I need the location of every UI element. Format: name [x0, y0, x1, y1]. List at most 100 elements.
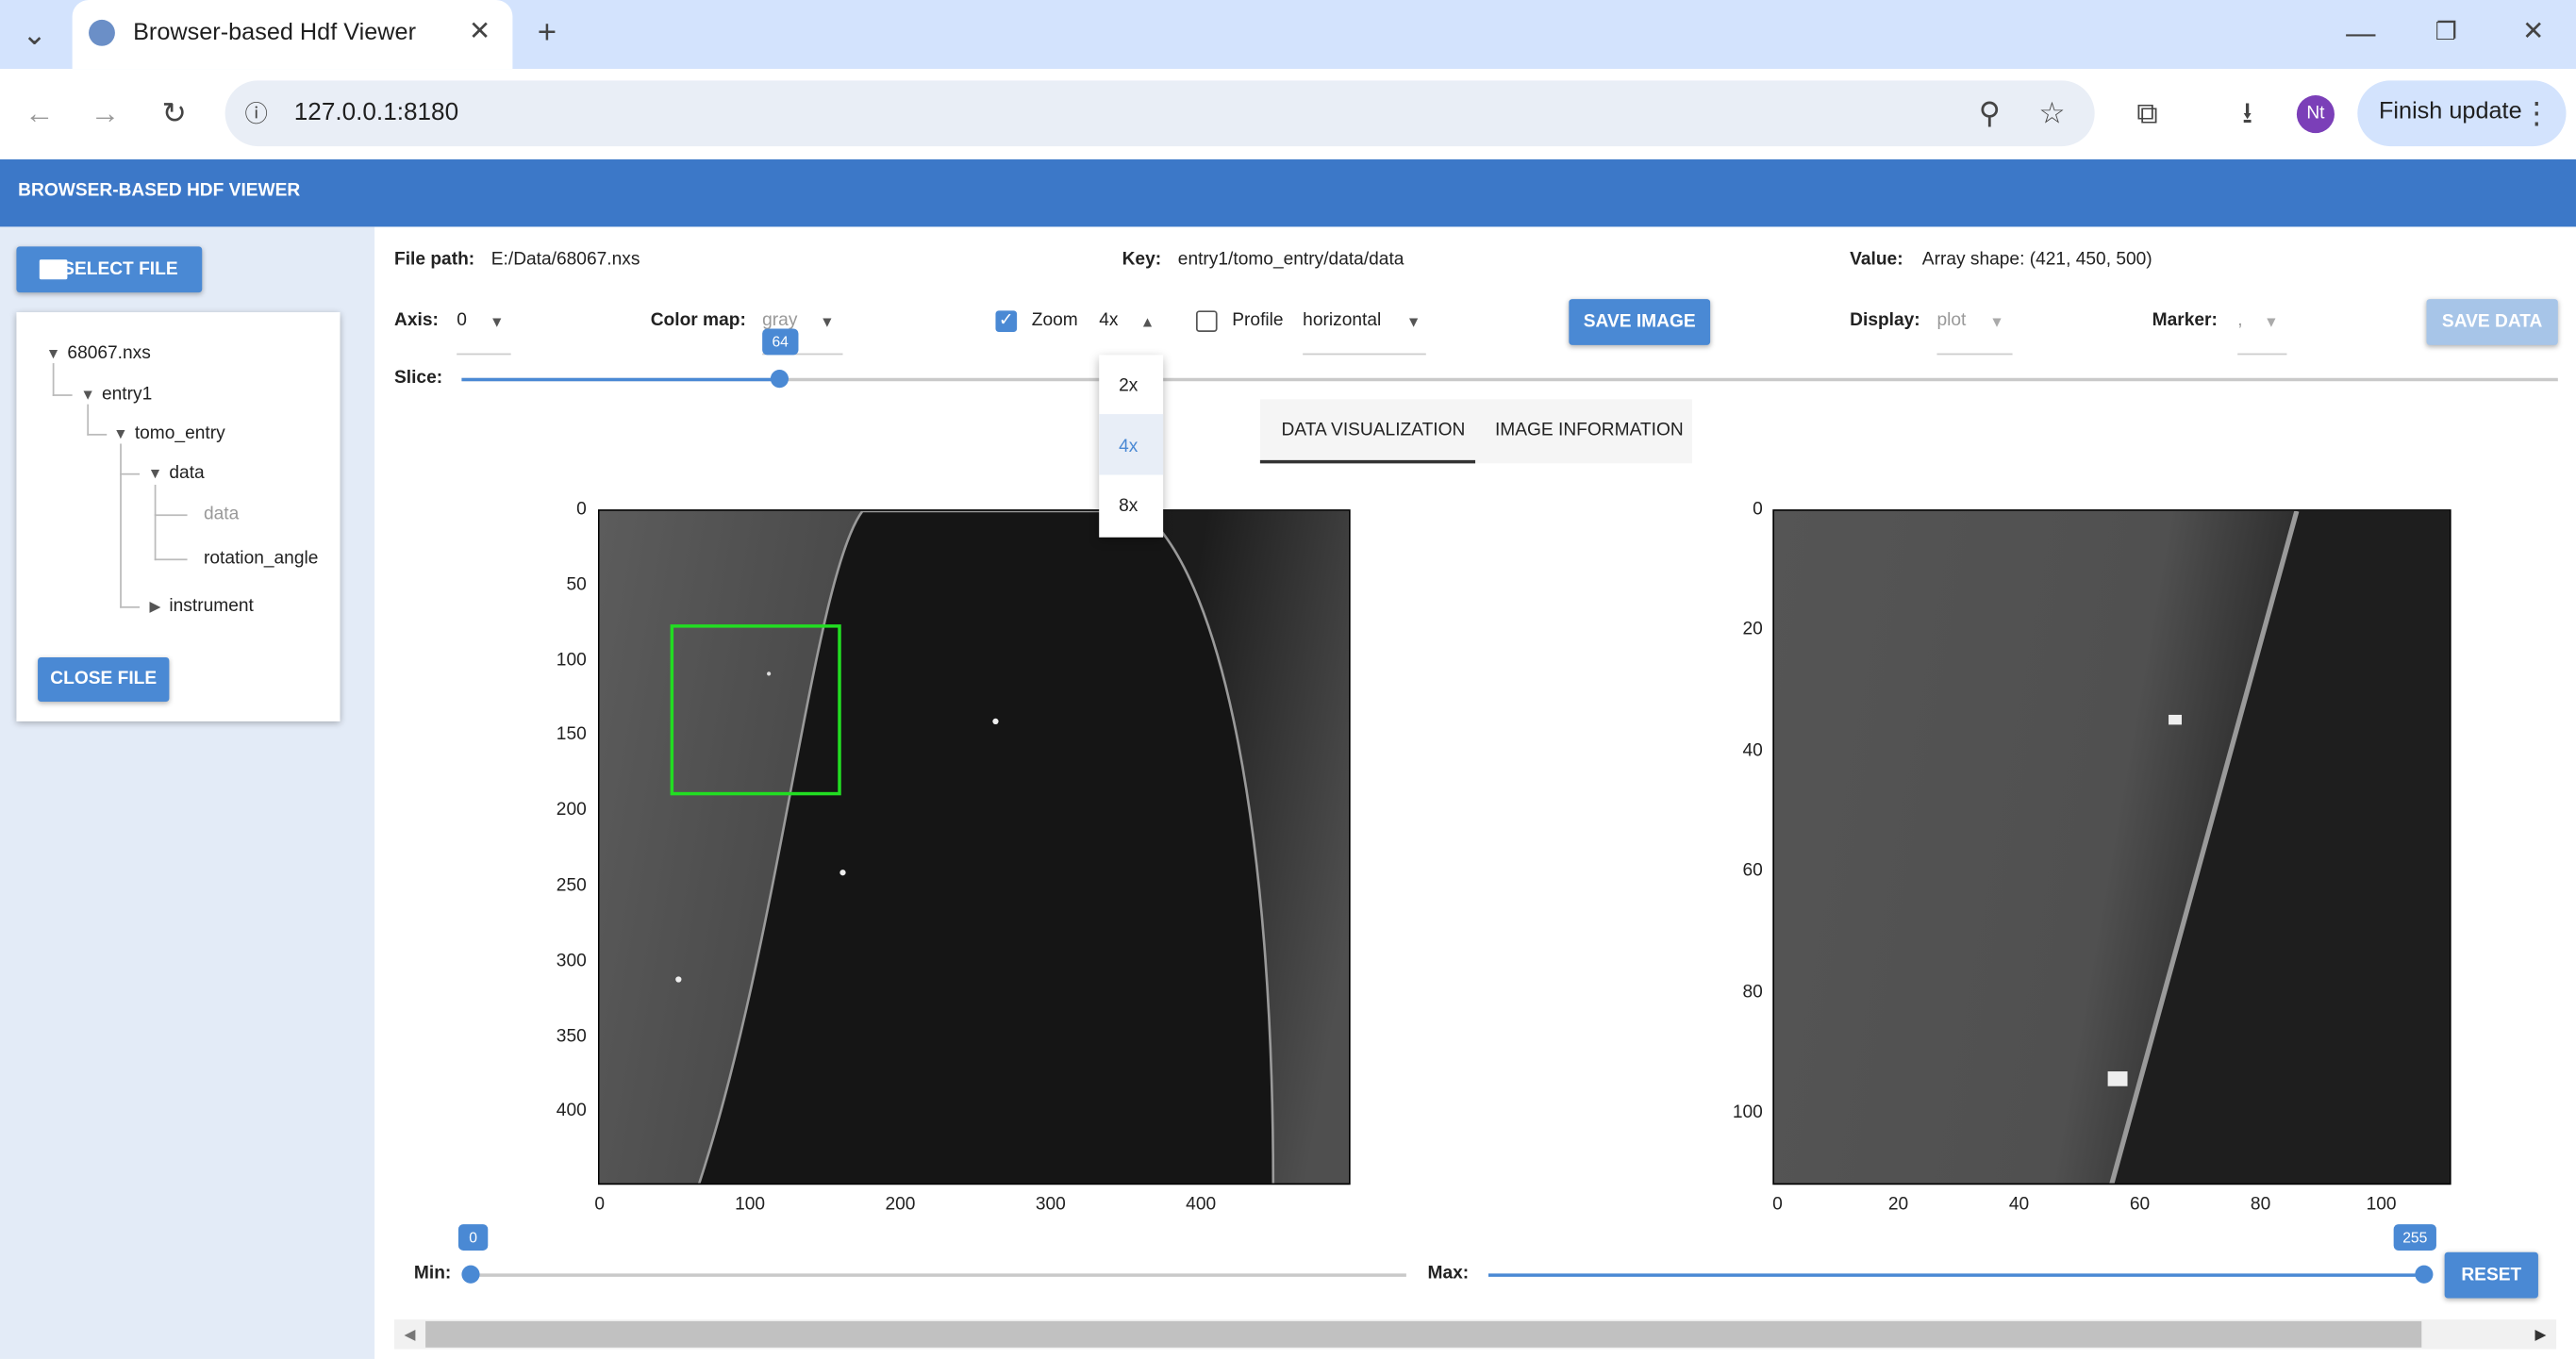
save-data-button[interactable]: SAVE DATA [2426, 299, 2558, 345]
marker-label: Marker: [2152, 310, 2218, 331]
zoom-dropdown-menu: 2x 4x 8x [1099, 355, 1164, 538]
scroll-left-icon[interactable]: ◀ [404, 1326, 415, 1344]
minimize-icon[interactable]: — [2343, 15, 2379, 51]
x-tick-label: 0 [1772, 1194, 1783, 1215]
min-slider-thumb[interactable] [461, 1265, 480, 1284]
max-label: Max: [1427, 1263, 1470, 1284]
zoomed-image-plot[interactable] [1772, 509, 2451, 1185]
expand-arrow-icon[interactable]: ▼ [80, 386, 95, 402]
y-tick-label: 40 [1742, 740, 1763, 761]
y-tick-label: 150 [556, 725, 587, 745]
zoom-dropdown-icon[interactable]: ▲ [1140, 314, 1155, 330]
marker-dropdown-icon[interactable]: ▼ [2264, 314, 2279, 330]
tree-node-instrument[interactable]: instrument [169, 596, 253, 616]
display-dropdown-icon[interactable]: ▼ [1989, 314, 2004, 330]
axis-dropdown-icon[interactable]: ▼ [490, 314, 505, 330]
tab-data-visualization[interactable]: DATA VISUALIZATION [1282, 421, 1466, 440]
tree-line [52, 363, 56, 396]
axis-select-value[interactable]: 0 [457, 310, 467, 330]
max-slider-thumb[interactable] [2415, 1265, 2434, 1284]
y-tick-label: 50 [566, 574, 587, 595]
zoom-icon[interactable]: ⚲ [1971, 95, 2007, 131]
y-tick-label: 350 [556, 1026, 587, 1047]
tree-line [87, 433, 108, 437]
select-file-label: SELECT FILE [62, 259, 178, 280]
expand-arrow-icon[interactable]: ▼ [148, 465, 163, 481]
axis-select-underline [457, 353, 511, 356]
url-text[interactable]: 127.0.0.1:8180 [294, 99, 458, 127]
tree-node-entry[interactable]: entry1 [102, 385, 152, 405]
profile-avatar[interactable]: Nt [2296, 95, 2335, 134]
tree-line [154, 485, 158, 561]
site-info-icon[interactable]: ⓘ [239, 95, 274, 131]
back-icon[interactable]: ← [22, 95, 58, 131]
tree-line [120, 605, 141, 609]
extensions-icon[interactable]: ⧉ [2129, 95, 2165, 131]
profile-select-value[interactable]: horizontal [1303, 310, 1381, 330]
file-path-value: E:/Data/68067.nxs [490, 249, 640, 270]
forward-icon[interactable]: → [87, 95, 123, 131]
display-select-underline [1936, 353, 2013, 356]
close-file-button[interactable]: CLOSE FILE [38, 656, 170, 703]
min-slider-track[interactable] [471, 1273, 1406, 1277]
tab-image-information[interactable]: IMAGE INFORMATION [1495, 421, 1684, 440]
expand-arrow-icon[interactable]: ▼ [113, 425, 128, 441]
window-close-icon[interactable]: ✕ [2516, 15, 2551, 51]
menu-dots-icon[interactable]: ⋮ [2518, 95, 2554, 131]
max-slider-track[interactable] [1487, 1273, 2425, 1277]
zoom-label: Zoom [1031, 310, 1078, 331]
colormap-label: Color map: [650, 310, 746, 331]
tree-node-root[interactable]: 68067.nxs [67, 343, 150, 363]
colormap-dropdown-icon[interactable]: ▼ [820, 314, 835, 330]
new-tab-icon[interactable]: + [529, 15, 565, 51]
colormap-select-value[interactable]: gray [762, 310, 797, 330]
marker-select-underline [2237, 353, 2287, 356]
zoom-roi-box[interactable] [670, 624, 841, 796]
reload-icon[interactable]: ↻ [156, 95, 191, 131]
y-tick-label: 0 [1753, 499, 1763, 520]
tree-line [52, 394, 73, 397]
slice-slider-thumb[interactable] [771, 370, 789, 389]
profile-checkbox[interactable] [1195, 310, 1218, 332]
zoom-checkbox[interactable]: ✓ [995, 310, 1018, 332]
favicon-icon [89, 19, 115, 46]
x-tick-label: 40 [2008, 1194, 2030, 1215]
tree-node-tomo[interactable]: tomo_entry [135, 424, 225, 444]
tree-line [120, 472, 141, 476]
expand-arrow-icon[interactable]: ▼ [46, 345, 61, 361]
x-tick-label: 400 [1186, 1194, 1217, 1215]
y-tick-label: 250 [556, 875, 587, 896]
tree-node-data-group[interactable]: data [169, 463, 204, 483]
bookmark-star-icon[interactable]: ☆ [2034, 95, 2069, 131]
scrollbar-thumb[interactable] [425, 1320, 2422, 1348]
zoom-edge-shape-icon [2107, 510, 2450, 1184]
tree-node-data-leaf[interactable]: data [204, 505, 239, 524]
collapsed-arrow-icon[interactable]: ▶ [149, 598, 160, 616]
restore-icon[interactable]: ❐ [2428, 15, 2464, 51]
marker-select-value[interactable]: , [2237, 310, 2242, 330]
tab-search-icon[interactable]: ⌄ [16, 16, 52, 52]
app-title: BROWSER-BASED HDF VIEWER [18, 180, 301, 201]
zoom-option-8x[interactable]: 8x [1119, 496, 1138, 516]
key-label: Key: [1122, 249, 1162, 270]
zoom-option-2x[interactable]: 2x [1119, 376, 1138, 396]
folder-icon [39, 259, 68, 280]
display-select-value[interactable]: plot [1936, 310, 1966, 330]
tree-line [120, 443, 123, 608]
x-tick-label: 300 [1035, 1194, 1066, 1215]
slice-label: Slice: [394, 368, 443, 389]
axis-label: Axis: [394, 310, 439, 331]
save-image-button[interactable]: SAVE IMAGE [1569, 299, 1711, 345]
download-icon[interactable]: ⭳ [2229, 95, 2265, 131]
zoom-select-value[interactable]: 4x [1099, 310, 1118, 330]
address-bar[interactable] [224, 80, 2095, 147]
y-tick-label: 300 [556, 951, 587, 971]
main-image-plot[interactable] [597, 509, 1351, 1185]
reset-button[interactable]: RESET [2444, 1251, 2538, 1299]
profile-dropdown-icon[interactable]: ▼ [1406, 314, 1421, 330]
scroll-right-icon[interactable]: ▶ [2534, 1326, 2546, 1344]
tab-close-icon[interactable]: ✕ [461, 15, 497, 51]
tree-node-rotation-angle[interactable]: rotation_angle [204, 549, 318, 569]
zoom-option-4x[interactable]: 4x [1119, 437, 1138, 456]
key-value: entry1/tomo_entry/data/data [1177, 249, 1404, 270]
